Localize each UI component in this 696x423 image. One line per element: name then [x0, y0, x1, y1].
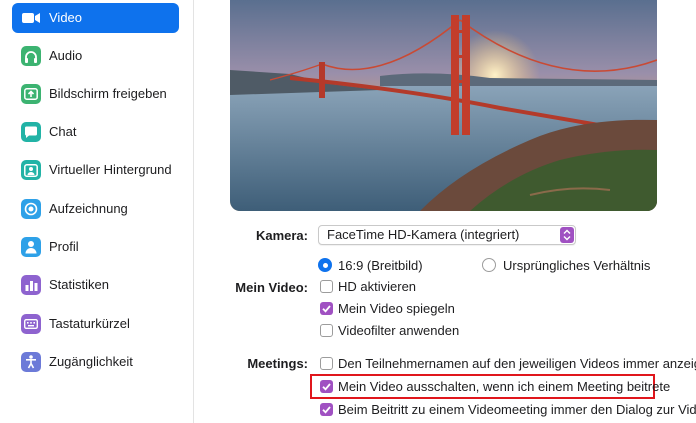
video-preview	[230, 0, 657, 211]
sidebar-item-label: Profil	[49, 239, 79, 254]
camera-select-value: FaceTime HD-Kamera (integriert)	[327, 227, 520, 242]
checkmark-icon	[322, 305, 331, 313]
sidebar-item-label: Tastaturkürzel	[49, 316, 130, 331]
profile-icon	[21, 237, 41, 257]
sidebar-item-keyboard-shortcuts[interactable]: Tastaturkürzel	[12, 309, 179, 339]
my-video-label: Mein Video:	[235, 280, 308, 295]
sidebar-item-label: Zugänglichkeit	[49, 354, 133, 369]
camera-label: Kamera:	[255, 228, 308, 243]
sidebar-item-profile[interactable]: Profil	[12, 232, 179, 262]
sidebar-item-recording[interactable]: Aufzeichnung	[12, 194, 179, 224]
widescreen-label: 16:9 (Breitbild)	[338, 258, 423, 273]
video-filter-checkbox[interactable]	[320, 324, 333, 337]
sidebar-item-label: Video	[49, 10, 83, 25]
chat-bubble-icon	[21, 122, 41, 142]
sidebar-item-audio[interactable]: Audio	[12, 41, 179, 71]
mirror-video-checkbox[interactable]	[320, 302, 333, 315]
keyboard-icon	[21, 314, 41, 334]
video-camera-icon	[21, 8, 41, 28]
sidebar-item-label: Audio	[49, 48, 83, 63]
hd-label: HD aktivieren	[338, 279, 417, 294]
show-names-label: Den Teilnehmernamen auf den jeweiligen V…	[338, 356, 696, 371]
accessibility-icon	[21, 352, 41, 372]
camera-select[interactable]: FaceTime HD-Kamera (integriert)	[318, 225, 576, 245]
screen-share-icon	[21, 84, 41, 104]
sidebar-item-label: Virtueller Hintergrund	[49, 162, 172, 177]
checkmark-icon	[322, 383, 331, 391]
sidebar-item-label: Chat	[49, 124, 77, 139]
sidebar-item-label: Bildschirm freigeben	[49, 86, 167, 101]
hd-checkbox[interactable]	[320, 280, 333, 293]
video-off-on-join-label: Mein Video ausschalten, wenn ich einem M…	[338, 379, 671, 394]
sidebar-item-statistics[interactable]: Statistiken	[12, 270, 179, 300]
record-icon	[21, 199, 41, 219]
sidebar-item-label: Statistiken	[49, 277, 109, 292]
original-ratio-label: Ursprüngliches Verhältnis	[503, 258, 651, 273]
settings-sidebar: Video Audio Bildschirm freigeben Chat Vi…	[0, 0, 194, 423]
statistics-icon	[21, 275, 41, 295]
preview-dialog-checkbox[interactable]	[320, 403, 333, 416]
sidebar-item-video[interactable]: Video	[12, 3, 179, 33]
chevron-up-down-icon[interactable]	[560, 227, 574, 243]
sidebar-item-virtual-background[interactable]: Virtueller Hintergrund	[12, 155, 179, 185]
headphones-icon	[21, 46, 41, 66]
original-ratio-radio[interactable]	[482, 258, 496, 272]
video-off-on-join-checkbox[interactable]	[320, 380, 333, 393]
virtual-background-icon	[21, 160, 41, 180]
video-filter-label: Videofilter anwenden	[338, 323, 460, 338]
video-preview-image	[230, 0, 657, 211]
show-names-checkbox[interactable]	[320, 357, 333, 370]
sidebar-item-chat[interactable]: Chat	[12, 117, 179, 147]
sidebar-item-screen-share[interactable]: Bildschirm freigeben	[12, 79, 179, 109]
sidebar-item-label: Aufzeichnung	[49, 201, 128, 216]
mirror-video-label: Mein Video spiegeln	[338, 301, 455, 316]
sidebar-item-accessibility[interactable]: Zugänglichkeit	[12, 347, 179, 377]
widescreen-radio[interactable]	[318, 258, 332, 272]
checkmark-icon	[322, 406, 331, 414]
meetings-label: Meetings:	[247, 356, 308, 371]
preview-dialog-label: Beim Beitritt zu einem Videomeeting imme…	[338, 402, 696, 417]
